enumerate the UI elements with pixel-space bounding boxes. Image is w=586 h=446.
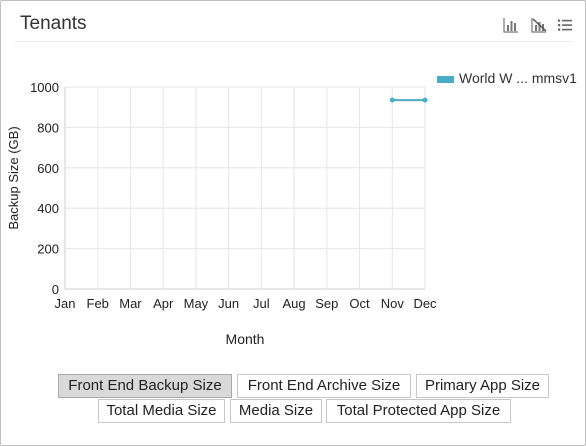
- bar-chart-icon[interactable]: [503, 17, 519, 33]
- x-tick-label: Sep: [315, 296, 338, 311]
- x-tick-label: Mar: [119, 296, 142, 311]
- front-end-backup-size-button[interactable]: Front End Backup Size: [58, 374, 232, 398]
- x-tick-label: Jan: [55, 296, 76, 311]
- media-size-button[interactable]: Media Size: [230, 399, 322, 423]
- x-tick-label: May: [184, 296, 209, 311]
- tenants-panel: Tenants Jan Feb Mar Apr May Jun Jul Aug …: [0, 0, 586, 446]
- y-tick-label: 0: [52, 282, 59, 297]
- data-point: [422, 97, 428, 103]
- x-tick-label: Apr: [153, 296, 174, 311]
- backup-size-chart: Jan Feb Mar Apr May Jun Jul Aug Sep Oct Nov Dec 0 200…: [6, 70, 577, 347]
- x-tick-label: Dec: [413, 296, 437, 311]
- front-end-archive-size-button[interactable]: Front End Archive Size: [237, 374, 411, 398]
- panel-title: Tenants: [20, 13, 87, 34]
- total-protected-app-size-button[interactable]: Total Protected App Size: [326, 399, 511, 423]
- clear-chart-icon[interactable]: [531, 17, 547, 33]
- y-tick-label: 400: [37, 201, 59, 216]
- legend-label: World W ... mmsv1: [459, 70, 577, 86]
- x-tick-label: Jul: [253, 296, 270, 311]
- x-tick-label: Oct: [349, 296, 370, 311]
- panel-header: Tenants: [1, 1, 585, 43]
- primary-app-size-button[interactable]: Primary App Size: [416, 374, 549, 398]
- y-axis-label: Backup Size (GB): [6, 126, 21, 229]
- y-tick-label: 800: [37, 120, 59, 135]
- y-tick-label: 1000: [30, 80, 59, 95]
- x-axis-label: Month: [226, 331, 265, 347]
- y-tick-label: 200: [37, 242, 59, 257]
- legend-swatch: [437, 76, 454, 83]
- x-tick-label: Jun: [218, 296, 239, 311]
- list-view-icon[interactable]: [557, 17, 573, 33]
- x-tick-label: Aug: [283, 296, 306, 311]
- header-divider: [15, 41, 573, 42]
- data-point: [389, 97, 395, 103]
- x-tick-label: Nov: [381, 296, 405, 311]
- total-media-size-button[interactable]: Total Media Size: [98, 399, 225, 423]
- y-tick-label: 600: [37, 161, 59, 176]
- x-tick-label: Feb: [87, 296, 109, 311]
